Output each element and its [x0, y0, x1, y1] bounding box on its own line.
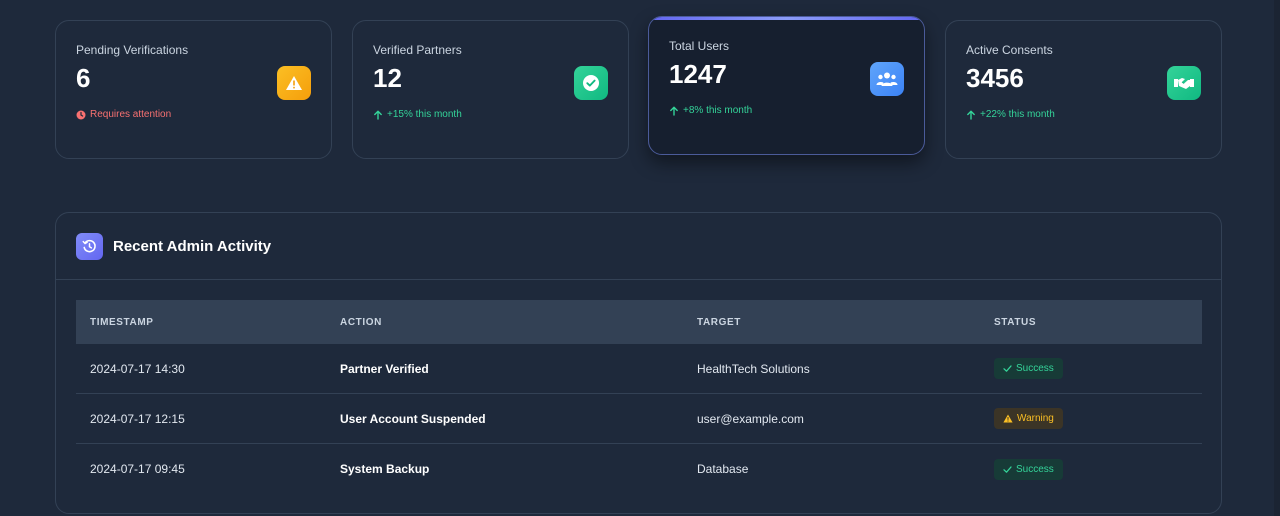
panel-title: Recent Admin Activity — [113, 237, 272, 255]
check-circle-icon — [574, 66, 608, 100]
stat-label: Pending Verifications — [76, 43, 189, 57]
cell-target: Database — [697, 462, 749, 476]
column-header-target[interactable]: TARGET — [697, 317, 994, 328]
users-icon — [870, 62, 904, 96]
panel-header: Recent Admin Activity — [56, 213, 1221, 280]
status-badge: Success — [994, 358, 1063, 379]
stat-note-text: +8% this month — [683, 105, 753, 116]
cell-timestamp: 2024-07-17 14:30 — [90, 361, 185, 376]
check-icon — [1003, 465, 1012, 473]
activity-table: TIMESTAMP ACTION TARGET STATUS 2024-07-1… — [76, 300, 1202, 494]
warning-icon — [1003, 414, 1013, 423]
clock-icon — [76, 110, 86, 119]
stat-value: 1247 — [669, 59, 727, 89]
stat-card-active-consents[interactable]: Active Consents 3456 +22% this month — [945, 20, 1222, 159]
status-badge-label: Success — [1016, 363, 1054, 374]
cell-action: Partner Verified — [340, 361, 429, 376]
cell-status: Warning — [994, 408, 1202, 429]
stat-card-pending-verifications[interactable]: Pending Verifications 6 Requires attenti… — [55, 20, 332, 159]
stat-label: Active Consents — [966, 43, 1053, 57]
stat-value: 3456 — [966, 63, 1024, 93]
stat-value: 12 — [373, 63, 402, 93]
table-header: TIMESTAMP ACTION TARGET STATUS — [76, 300, 1202, 344]
check-icon — [1003, 365, 1012, 372]
cell-target: user@example.com — [697, 411, 804, 426]
status-badge: Success — [994, 458, 1063, 480]
admin-dashboard: Pending Verifications 6 Requires attenti… — [0, 0, 1280, 516]
cell-action: System Backup — [340, 462, 430, 476]
table-row[interactable]: 2024-07-17 12:15 User Account Suspended … — [76, 394, 1202, 444]
warning-icon — [277, 66, 311, 100]
column-header-action[interactable]: ACTION — [340, 317, 697, 328]
arrow-up-icon — [374, 110, 382, 120]
cell-action: User Account Suspended — [340, 411, 486, 426]
status-badge-label: Warning — [1017, 413, 1054, 424]
stat-note-text: Requires attention — [90, 109, 172, 120]
stat-label: Total Users — [669, 39, 730, 53]
cell-timestamp: 2024-07-17 12:15 — [90, 411, 185, 426]
stat-note: +22% this month — [966, 109, 1201, 120]
stat-card-verified-partners[interactable]: Verified Partners 12 +15% this month — [352, 20, 629, 159]
stat-card-total-users[interactable]: Total Users 1247 +8% this month — [648, 16, 925, 155]
scrollbar[interactable] — [1274, 0, 1280, 516]
stat-note: +8% this month — [669, 105, 904, 116]
stat-value: 6 — [76, 63, 91, 93]
arrow-up-icon — [967, 110, 975, 120]
stat-note-text: +22% this month — [980, 109, 1055, 120]
cell-target: HealthTech Solutions — [697, 361, 810, 376]
stat-note: +15% this month — [373, 109, 608, 120]
status-badge-label: Success — [1016, 463, 1054, 475]
recent-activity-panel: Recent Admin Activity TIMESTAMP ACTION T… — [55, 212, 1222, 514]
table-row[interactable]: 2024-07-17 14:30 Partner Verified Health… — [76, 344, 1202, 394]
handshake-icon — [1167, 66, 1201, 100]
column-header-status[interactable]: STATUS — [994, 317, 1202, 328]
cell-timestamp: 2024-07-17 09:45 — [90, 462, 185, 476]
stats-row: Pending Verifications 6 Requires attenti… — [55, 16, 1222, 160]
status-badge: Warning — [994, 408, 1063, 429]
cell-status: Success — [994, 458, 1202, 480]
column-header-timestamp[interactable]: TIMESTAMP — [76, 317, 340, 328]
stat-label: Verified Partners — [373, 43, 462, 57]
arrow-up-icon — [670, 106, 678, 116]
stat-note: Requires attention — [76, 109, 311, 120]
history-icon — [76, 232, 103, 260]
stat-note-text: +15% this month — [387, 109, 462, 120]
cell-status: Success — [994, 358, 1202, 379]
table-row[interactable]: 2024-07-17 09:45 System Backup Database … — [76, 444, 1202, 494]
